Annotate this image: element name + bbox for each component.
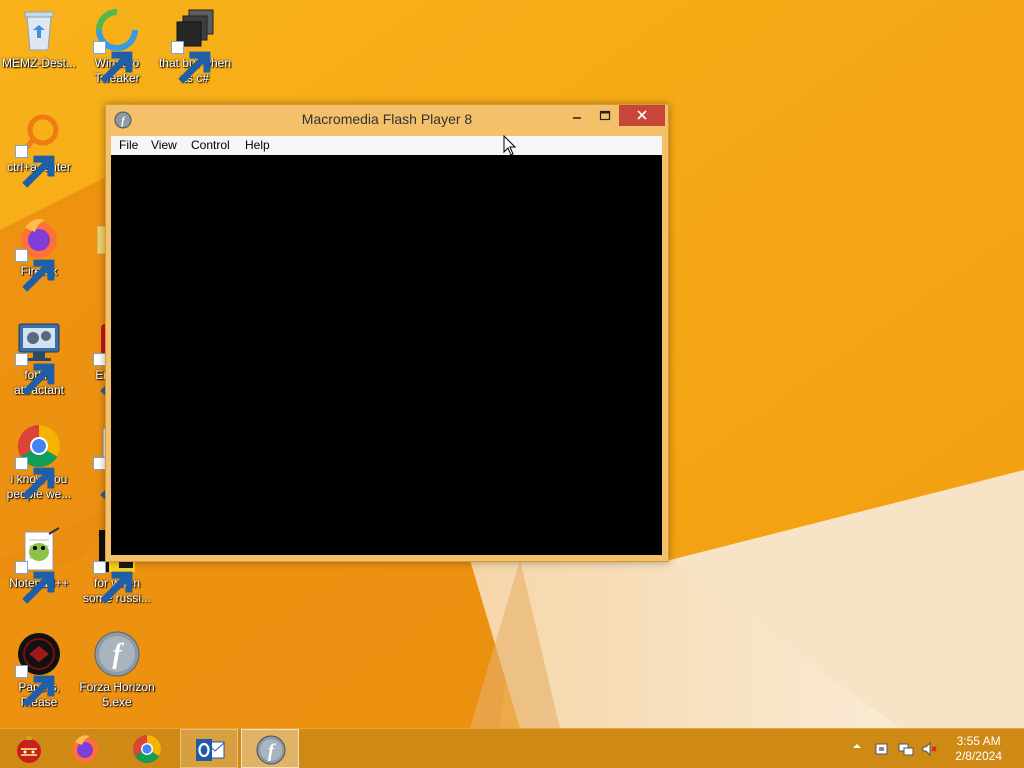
close-button[interactable] (619, 105, 665, 126)
menu-view[interactable]: View (151, 138, 177, 152)
desktop-icon-memz[interactable]: MEMZ-Dest... (0, 6, 78, 71)
show-hidden-icons-chevron-icon[interactable] (852, 741, 862, 751)
desktop-icon-firefox[interactable]: Firefox (0, 214, 78, 292)
desktop-icon-label: Forza Horizon 5.exe (79, 680, 155, 709)
outlook-icon (196, 739, 225, 761)
clock-date: 2/8/2024 (955, 749, 1002, 763)
close-icon (637, 110, 647, 120)
firefox-icon (72, 735, 98, 763)
minimize-icon (573, 117, 581, 119)
settings-monitor-icon (15, 318, 63, 396)
desktop-icon-forkie[interactable]: forkie attractant (0, 318, 78, 398)
menu-help[interactable]: Help (245, 138, 270, 152)
papers-please-icon (15, 630, 63, 708)
shortcut-arrow-icon (15, 665, 55, 708)
system-clock[interactable]: 3:55 AM 2/8/2024 (955, 734, 1002, 764)
stacked-windows-icon (171, 6, 219, 84)
clock-time: 3:55 AM (956, 734, 1001, 748)
chrome-icon (133, 735, 161, 763)
firefox-icon (15, 214, 63, 292)
desktop-icon-winaero[interactable]: Winaero Tweaker (78, 6, 156, 86)
menu-bar: File View Control Help (111, 136, 662, 155)
taskbar-chrome[interactable] (118, 729, 176, 768)
shortcut-arrow-icon (93, 561, 133, 604)
desktop-icon-papers-please[interactable]: Papers, Please (0, 630, 78, 710)
minimize-button[interactable] (564, 105, 590, 126)
desktop-icon-ctrla[interactable]: ctrl+a, enter (0, 110, 78, 188)
chrome-icon (15, 422, 63, 500)
search-ring-icon (15, 110, 63, 188)
desktop-icon-chrome[interactable]: i know you people we... (0, 422, 78, 502)
notepadpp-icon (15, 526, 63, 604)
taskbar-outlook[interactable] (180, 729, 238, 768)
shortcut-arrow-icon (15, 353, 55, 396)
shortcut-arrow-icon (15, 249, 55, 292)
shortcut-arrow-icon (15, 561, 55, 604)
menu-control[interactable]: Control (191, 138, 230, 152)
desktop-icon-notepadpp[interactable]: Notepad++ (0, 526, 78, 604)
network-icon[interactable] (898, 741, 914, 757)
desktop-icon-label: MEMZ-Dest... (2, 56, 76, 70)
flash-icon: f (93, 630, 141, 678)
window-titlebar[interactable]: f Macromedia Flash Player 8 (106, 105, 668, 135)
taskbar-firefox[interactable] (56, 729, 114, 768)
shortcut-arrow-icon (15, 145, 55, 188)
ornament-app-icon (17, 736, 41, 763)
maximize-icon (599, 110, 611, 121)
shortcut-arrow-icon (93, 41, 133, 84)
desktop-icon-forza[interactable]: f Forza Horizon 5.exe (78, 630, 156, 710)
maximize-button[interactable] (592, 105, 618, 126)
desktop: MEMZ-Dest... ctrl+a, enter Firefox forki… (0, 0, 1024, 728)
volume-muted-icon[interactable] (921, 741, 937, 757)
flash-content-area[interactable] (111, 155, 662, 555)
taskbar-flash-player[interactable]: f (241, 729, 299, 768)
taskbar-ornament-app[interactable] (0, 729, 58, 768)
menu-file[interactable]: File (119, 138, 138, 152)
winaero-icon (93, 6, 141, 84)
flash-player-icon: f (256, 735, 286, 765)
shortcut-arrow-icon (15, 457, 55, 500)
desktop-icon-that-but[interactable]: that but when its c# (156, 6, 234, 86)
recycle-bin-icon (15, 6, 63, 54)
action-center-flag-icon[interactable] (874, 741, 890, 757)
taskbar: f 3:55 AM 2/8/2024 (0, 728, 1024, 768)
mouse-cursor-icon (503, 135, 517, 156)
shortcut-arrow-icon (171, 41, 211, 84)
flash-player-window[interactable]: f Macromedia Flash Player 8 File View Co… (105, 104, 669, 562)
